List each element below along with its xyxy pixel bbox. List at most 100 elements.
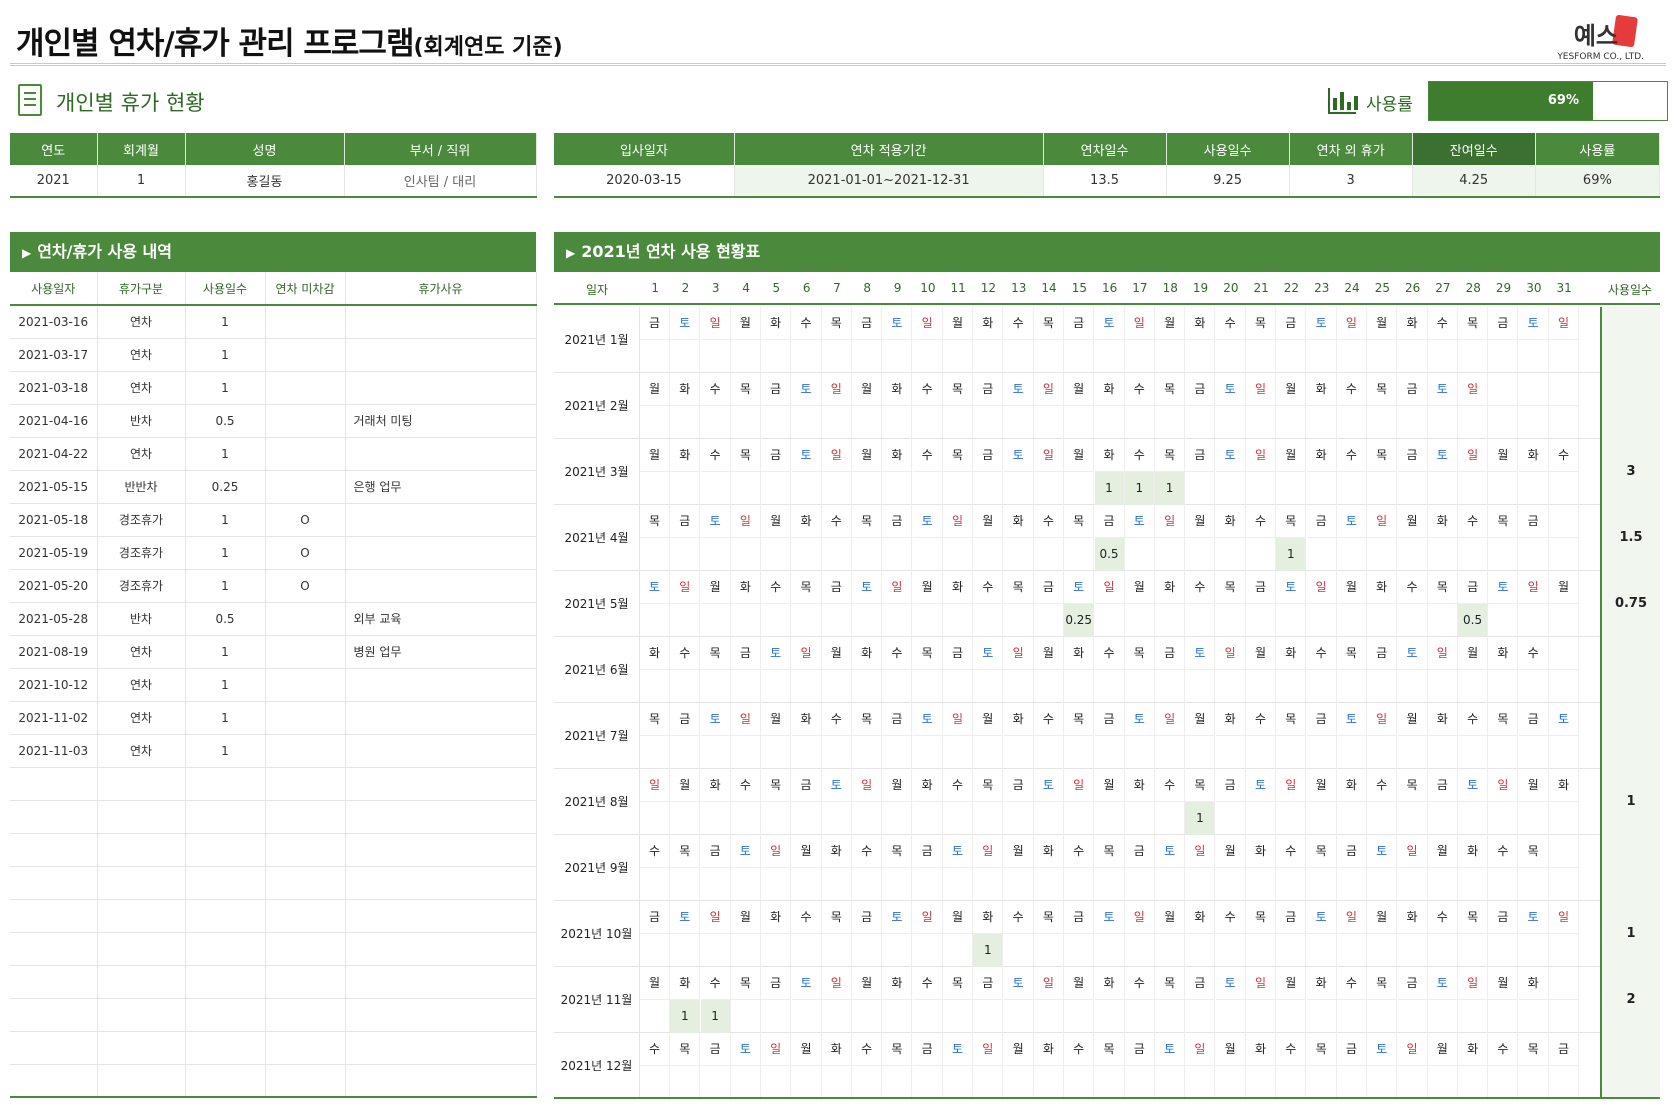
history-not-deducted-cell[interactable] [265, 305, 346, 339]
history-days-cell[interactable]: 0.25 [185, 470, 266, 504]
history-reason-cell[interactable] [345, 899, 537, 933]
history-days-cell[interactable]: 0.5 [185, 404, 266, 438]
history-reason-cell[interactable]: 병원 업무 [345, 635, 537, 669]
history-days-cell[interactable]: 1 [185, 437, 266, 471]
history-not-deducted-cell[interactable] [265, 932, 346, 966]
history-not-deducted-cell[interactable] [265, 965, 346, 999]
history-type-cell[interactable]: 연차 [97, 305, 186, 339]
history-type-cell[interactable]: 연차 [97, 437, 186, 471]
history-not-deducted-cell[interactable] [265, 602, 346, 636]
history-not-deducted-cell[interactable] [265, 866, 346, 900]
history-days-cell[interactable]: 1 [185, 338, 266, 372]
history-not-deducted-cell[interactable] [265, 371, 346, 405]
history-reason-cell[interactable] [345, 305, 537, 339]
history-days-cell[interactable]: 1 [185, 305, 266, 339]
history-type-cell[interactable] [97, 932, 186, 966]
history-not-deducted-cell[interactable]: O [265, 503, 346, 537]
history-date-cell[interactable]: 2021-04-22 [10, 437, 98, 471]
history-days-cell[interactable] [185, 833, 266, 867]
history-reason-cell[interactable] [345, 371, 537, 405]
history-row[interactable]: 2021-10-12 연차 1 [10, 668, 537, 702]
history-row[interactable]: 2021-05-20 경조휴가 1 O [10, 569, 537, 603]
history-type-cell[interactable] [97, 1064, 186, 1098]
history-not-deducted-cell[interactable] [265, 998, 346, 1032]
history-row[interactable]: 2021-03-16 연차 1 [10, 305, 537, 339]
history-date-cell[interactable]: 2021-08-19 [10, 635, 98, 669]
history-not-deducted-cell[interactable] [265, 701, 346, 735]
history-type-cell[interactable]: 반차 [97, 602, 186, 636]
history-row[interactable] [10, 767, 537, 801]
history-date-cell[interactable]: 2021-05-19 [10, 536, 98, 570]
history-not-deducted-cell[interactable]: O [265, 569, 346, 603]
history-days-cell[interactable]: 1 [185, 635, 266, 669]
history-row[interactable]: 2021-03-17 연차 1 [10, 338, 537, 372]
history-row[interactable]: 2021-05-15 반반차 0.25 은행 업무 [10, 470, 537, 504]
history-days-cell[interactable]: 1 [185, 701, 266, 735]
history-days-cell[interactable]: 1 [185, 734, 266, 768]
history-not-deducted-cell[interactable] [265, 668, 346, 702]
history-row[interactable]: 2021-04-16 반차 0.5 거래처 미팅 [10, 404, 537, 438]
history-days-cell[interactable] [185, 767, 266, 801]
name-value[interactable]: 홍길동 [185, 165, 345, 198]
history-reason-cell[interactable]: 은행 업무 [345, 470, 537, 504]
history-reason-cell[interactable] [345, 503, 537, 537]
history-reason-cell[interactable] [345, 536, 537, 570]
history-days-cell[interactable] [185, 800, 266, 834]
history-reason-cell[interactable] [345, 1064, 537, 1098]
history-date-cell[interactable] [10, 866, 98, 900]
history-row[interactable] [10, 866, 537, 900]
history-date-cell[interactable]: 2021-05-18 [10, 503, 98, 537]
history-days-cell[interactable] [185, 866, 266, 900]
history-date-cell[interactable]: 2021-10-12 [10, 668, 98, 702]
history-days-cell[interactable]: 1 [185, 371, 266, 405]
history-row[interactable]: 2021-05-19 경조휴가 1 O [10, 536, 537, 570]
history-date-cell[interactable]: 2021-04-16 [10, 404, 98, 438]
history-not-deducted-cell[interactable] [265, 1031, 346, 1065]
history-type-cell[interactable]: 연차 [97, 635, 186, 669]
history-reason-cell[interactable] [345, 437, 537, 471]
history-reason-cell[interactable] [345, 932, 537, 966]
history-reason-cell[interactable] [345, 965, 537, 999]
history-date-cell[interactable] [10, 767, 98, 801]
history-date-cell[interactable] [10, 998, 98, 1032]
history-row[interactable] [10, 1031, 537, 1065]
history-type-cell[interactable] [97, 998, 186, 1032]
history-row[interactable]: 2021-08-19 연차 1 병원 업무 [10, 635, 537, 669]
history-date-cell[interactable]: 2021-05-20 [10, 569, 98, 603]
history-date-cell[interactable] [10, 932, 98, 966]
history-date-cell[interactable]: 2021-11-02 [10, 701, 98, 735]
history-days-cell[interactable] [185, 1064, 266, 1098]
history-type-cell[interactable]: 반반차 [97, 470, 186, 504]
history-not-deducted-cell[interactable] [265, 635, 346, 669]
history-not-deducted-cell[interactable] [265, 734, 346, 768]
history-reason-cell[interactable] [345, 833, 537, 867]
history-type-cell[interactable] [97, 1031, 186, 1065]
fiscal-month-value[interactable]: 1 [97, 165, 186, 198]
history-date-cell[interactable]: 2021-05-15 [10, 470, 98, 504]
history-not-deducted-cell[interactable] [265, 767, 346, 801]
history-reason-cell[interactable] [345, 998, 537, 1032]
history-row[interactable]: 2021-11-03 연차 1 [10, 734, 537, 768]
history-row[interactable] [10, 800, 537, 834]
history-type-cell[interactable]: 경조휴가 [97, 536, 186, 570]
history-row[interactable]: 2021-11-02 연차 1 [10, 701, 537, 735]
history-reason-cell[interactable] [345, 1031, 537, 1065]
history-date-cell[interactable] [10, 899, 98, 933]
history-not-deducted-cell[interactable] [265, 404, 346, 438]
history-days-cell[interactable]: 1 [185, 668, 266, 702]
history-reason-cell[interactable] [345, 701, 537, 735]
history-date-cell[interactable]: 2021-03-17 [10, 338, 98, 372]
history-reason-cell[interactable] [345, 569, 537, 603]
history-not-deducted-cell[interactable] [265, 800, 346, 834]
history-days-cell[interactable]: 1 [185, 503, 266, 537]
history-reason-cell[interactable] [345, 338, 537, 372]
history-date-cell[interactable] [10, 1064, 98, 1098]
history-days-cell[interactable] [185, 998, 266, 1032]
history-not-deducted-cell[interactable] [265, 437, 346, 471]
history-type-cell[interactable]: 연차 [97, 734, 186, 768]
history-days-cell[interactable]: 1 [185, 536, 266, 570]
history-date-cell[interactable]: 2021-03-18 [10, 371, 98, 405]
history-days-cell[interactable] [185, 1031, 266, 1065]
history-not-deducted-cell[interactable] [265, 470, 346, 504]
history-days-cell[interactable] [185, 932, 266, 966]
